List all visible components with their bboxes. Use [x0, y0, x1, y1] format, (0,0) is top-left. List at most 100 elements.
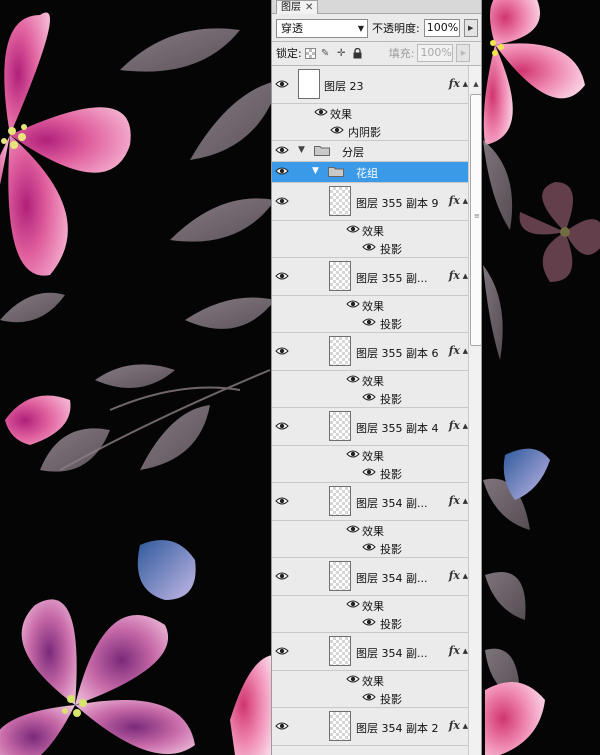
layers-scrollbar[interactable]: ▲ ≡: [468, 66, 481, 755]
eye-icon[interactable]: [275, 271, 291, 283]
layer-name: 图层 355 副...: [356, 272, 428, 285]
layer-name: 图层 354 副...: [356, 647, 428, 660]
eye-icon[interactable]: [314, 107, 330, 119]
opacity-input[interactable]: 100%: [423, 19, 460, 37]
eye-icon[interactable]: [275, 79, 291, 91]
opacity-slider-button[interactable]: ▶: [463, 19, 478, 37]
layer-thumbnail[interactable]: [329, 261, 351, 291]
expand-triangle-icon[interactable]: ▼: [298, 145, 305, 155]
eye-icon[interactable]: [346, 674, 362, 686]
layer-row[interactable]: 图层 23 fx ▲: [272, 66, 468, 104]
effect-row[interactable]: 投影: [272, 614, 468, 633]
fill-slider-button[interactable]: ▶: [456, 44, 471, 62]
close-icon[interactable]: ✕: [305, 1, 313, 14]
layer-row[interactable]: 图层 355 副本 4 fx ▲: [272, 408, 468, 446]
effect-row[interactable]: 投影: [272, 689, 468, 708]
eye-icon[interactable]: [362, 242, 378, 254]
effect-row[interactable]: 投影: [272, 314, 468, 333]
eye-icon[interactable]: [275, 646, 291, 658]
effects-row[interactable]: 效果: [272, 296, 468, 314]
eye-icon[interactable]: [362, 542, 378, 554]
effects-row[interactable]: 效果: [272, 521, 468, 539]
fx-icon[interactable]: fx: [449, 269, 460, 282]
lock-position-icon[interactable]: ✛: [335, 47, 348, 60]
layer-thumbnail[interactable]: [329, 561, 351, 591]
fx-icon[interactable]: fx: [449, 77, 460, 90]
eye-icon[interactable]: [275, 571, 291, 583]
blend-mode-select[interactable]: 穿透 ▼: [276, 18, 368, 38]
eye-icon[interactable]: [362, 392, 378, 404]
lock-all-icon[interactable]: [351, 47, 364, 60]
layer-thumbnail[interactable]: [329, 411, 351, 441]
group-row[interactable]: ▼ 花组: [272, 162, 468, 183]
eye-icon[interactable]: [275, 721, 291, 733]
eye-icon[interactable]: [346, 224, 362, 236]
layer-row[interactable]: 图层 355 副... fx ▲: [272, 258, 468, 296]
effect-label: 内阴影: [348, 126, 381, 139]
effects-label: 效果: [330, 108, 352, 121]
eye-icon[interactable]: [346, 599, 362, 611]
eye-icon[interactable]: [362, 317, 378, 329]
effect-row[interactable]: 内阴影: [272, 122, 468, 141]
layer-row[interactable]: 图层 354 副... fx ▲: [272, 483, 468, 521]
layer-thumbnail[interactable]: [329, 711, 351, 741]
chevron-down-icon: ▼: [357, 23, 364, 33]
lock-transparent-pixels-icon[interactable]: [304, 47, 316, 59]
layer-row[interactable]: 图层 354 副... fx ▲: [272, 633, 468, 671]
effect-label: 投影: [380, 393, 402, 406]
layer-name: 图层 354 副本 2: [356, 722, 439, 735]
effects-label: 效果: [362, 225, 384, 238]
effect-row[interactable]: 投影: [272, 239, 468, 258]
eye-icon[interactable]: [362, 467, 378, 479]
fx-icon[interactable]: fx: [449, 494, 460, 507]
tab-layers[interactable]: 图层 ✕: [276, 0, 319, 14]
effects-row[interactable]: 效果: [272, 371, 468, 389]
eye-icon[interactable]: [275, 421, 291, 433]
layer-thumbnail[interactable]: [329, 186, 351, 216]
eye-icon[interactable]: [275, 145, 291, 157]
layer-thumbnail[interactable]: [329, 336, 351, 366]
lock-image-pixels-icon[interactable]: ✎: [319, 47, 332, 60]
fx-icon[interactable]: fx: [449, 194, 460, 207]
effect-row[interactable]: 投影: [272, 464, 468, 483]
layer-row[interactable]: 图层 354 副... fx ▲: [272, 558, 468, 596]
scroll-up-arrow-icon[interactable]: ▲: [470, 80, 481, 94]
fill-input[interactable]: 100%: [417, 44, 454, 62]
effects-row[interactable]: 效果: [272, 104, 468, 122]
expand-triangle-icon[interactable]: ▼: [312, 166, 319, 176]
eye-icon[interactable]: [346, 449, 362, 461]
eye-icon[interactable]: [275, 166, 291, 178]
eye-icon[interactable]: [275, 196, 291, 208]
fx-icon[interactable]: fx: [449, 719, 460, 732]
effect-row[interactable]: 投影: [272, 539, 468, 558]
effect-row[interactable]: 投影: [272, 389, 468, 408]
group-row[interactable]: ▼ 分层: [272, 141, 468, 162]
eye-icon[interactable]: [346, 299, 362, 311]
effect-label: 投影: [380, 243, 402, 256]
layer-row[interactable]: 图层 354 副本 2 fx ▲: [272, 708, 468, 746]
eye-icon[interactable]: [362, 692, 378, 704]
eye-icon[interactable]: [362, 617, 378, 629]
fx-icon[interactable]: fx: [449, 569, 460, 582]
scrollbar-thumb[interactable]: ≡: [470, 94, 481, 346]
lock-fill-row: 锁定: ✎ ✛ 填充: 100% ▶: [272, 42, 481, 64]
layer-thumbnail[interactable]: [329, 486, 351, 516]
eye-icon[interactable]: [330, 125, 346, 137]
effects-row[interactable]: 效果: [272, 446, 468, 464]
layer-name: 图层 355 副本 4: [356, 422, 439, 435]
effects-row[interactable]: 效果: [272, 671, 468, 689]
fx-icon[interactable]: fx: [449, 344, 460, 357]
eye-icon[interactable]: [346, 374, 362, 386]
effects-row[interactable]: 效果: [272, 221, 468, 239]
eye-icon[interactable]: [275, 346, 291, 358]
layer-name: 图层 354 副...: [356, 497, 428, 510]
layer-thumbnail[interactable]: [298, 69, 320, 99]
layer-row[interactable]: 图层 355 副本 9 fx ▲: [272, 183, 468, 221]
eye-icon[interactable]: [346, 524, 362, 536]
eye-icon[interactable]: [275, 496, 291, 508]
layer-row[interactable]: 图层 355 副本 6 fx ▲: [272, 333, 468, 371]
effects-row[interactable]: 效果: [272, 596, 468, 614]
fx-icon[interactable]: fx: [449, 419, 460, 432]
fx-icon[interactable]: fx: [449, 644, 460, 657]
layer-thumbnail[interactable]: [329, 636, 351, 666]
